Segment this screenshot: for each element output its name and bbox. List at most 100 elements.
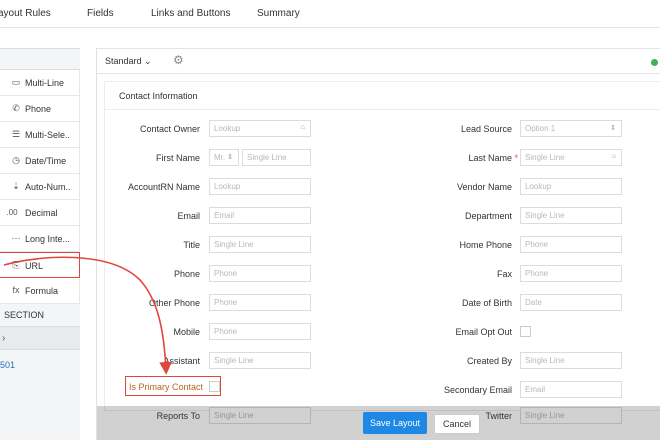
cancel-button[interactable]: Cancel [434,414,480,434]
field-assistant[interactable]: Single Line [209,352,311,369]
palette-footer-link[interactable]: 501 [0,360,15,370]
field-lead-source[interactable]: Option 1 ⇕ [520,120,622,137]
palette-item-multi-line[interactable]: ▭ Multi-Line [0,70,80,96]
phone-icon: ✆ [12,103,20,113]
field-label-assistant: Assistant [163,356,200,366]
field-placeholder: Phone [525,240,549,249]
field-label-title: Title [183,240,200,250]
layout-selector[interactable]: Standard ⌄ [105,56,152,67]
field-placeholder: Option 1 [525,124,556,133]
palette-section-item[interactable]: › [0,326,80,350]
field-label-secondary-email: Secondary Email [443,385,512,395]
gear-icon[interactable]: ⚙ [173,53,184,67]
field-label-fax: Fax [496,269,512,279]
save-layout-button[interactable]: Save Layout [363,412,427,434]
checkbox-email-opt-out[interactable] [520,326,531,337]
field-label-email-opt-out: Email Opt Out [455,327,512,337]
field-label-text: Last Name [468,153,512,163]
field-placeholder: Single Line [525,356,565,365]
palette-section-label: SECTION [4,310,45,320]
field-fax[interactable]: Phone [520,265,622,282]
required-asterisk: * [514,153,518,163]
link-icon: ⎘ [12,260,20,270]
field-placeholder: Phone [214,327,238,336]
auto-number-icon: ⇣ [12,181,20,191]
checkbox-is-primary-contact[interactable] [209,381,220,392]
palette-item-label: Auto-Num.. [25,182,71,192]
field-created-by[interactable]: Single Line [520,352,622,369]
field-placeholder: Single Line [247,153,287,162]
field-title[interactable]: Single Line [209,236,311,253]
palette-item-url[interactable]: ⎘ URL [0,252,80,278]
formula-icon: fx [12,285,20,295]
select-arrows-icon: ⇕ [227,154,233,161]
palette-item-multi-select[interactable]: ☰ Multi-Sele.. [0,122,80,148]
tab-summary[interactable]: Summary [257,8,300,19]
palette-item-decimal[interactable]: .00 Decimal [0,200,80,226]
field-label-lead-source: Lead Source [460,124,512,134]
field-placeholder: Email [525,385,546,394]
palette-item-label: Date/Time [25,156,67,166]
calendar-clock-icon: ◷ [12,155,20,165]
field-phone[interactable]: Phone [209,265,311,282]
field-department[interactable]: Single Line [520,207,622,224]
field-placeholder: Single Line [214,240,254,249]
layout-name: Standard [105,56,142,66]
field-account-name[interactable]: Lookup [209,178,311,195]
field-label-account-name: AccountRN Name [127,182,200,192]
long-integer-icon: ⋯ [11,233,21,243]
section-title: Contact Information [119,91,198,101]
field-email[interactable]: Email [209,207,311,224]
field-mobile[interactable]: Phone [209,323,311,340]
field-label-date-of-birth: Date of Birth [461,298,512,308]
field-label-last-name: Last Name * [468,153,518,163]
palette-item-long-integer[interactable]: ⋯ Long Inte... [0,226,80,252]
field-placeholder: Single Line [525,211,565,220]
salutation-select[interactable]: Mr. ⇕ [209,149,239,166]
status-dot-icon [651,59,658,66]
multi-line-icon: ▭ [11,77,21,87]
field-placeholder: Phone [214,298,238,307]
palette-item-label: URL [25,261,44,271]
field-vendor-name[interactable]: Lookup [520,178,622,195]
lock-icon: ⌂ [300,124,305,131]
field-placeholder: Single Line [525,153,565,162]
field-label-other-phone: Other Phone [148,298,200,308]
field-placeholder: Lookup [214,124,241,133]
field-other-phone[interactable]: Phone [209,294,311,311]
palette-item-auto-number[interactable]: ⇣ Auto-Num.. [0,174,80,200]
tab-links-and-buttons[interactable]: Links and Buttons [151,8,231,19]
field-date-of-birth[interactable]: Date [520,294,622,311]
select-arrows-icon: ⇕ [610,125,616,132]
tab-layout-rules[interactable]: ayout Rules [0,8,51,19]
field-placeholder: Email [214,211,235,220]
palette-item-label: Phone [25,104,52,114]
field-placeholder: Lookup [525,182,552,191]
palette-item-label: Multi-Sele.. [25,130,71,140]
field-placeholder: Lookup [214,182,241,191]
lock-icon: ⌂ [611,153,616,160]
field-label-email: Email [177,211,200,221]
palette-item-date-time[interactable]: ◷ Date/Time [0,148,80,174]
field-secondary-email[interactable]: Email [520,381,622,398]
field-home-phone[interactable]: Phone [520,236,622,253]
field-placeholder: Single Line [214,356,254,365]
field-placeholder: Phone [214,269,238,278]
field-first-name[interactable]: Single Line [242,149,311,166]
field-label-mobile: Mobile [173,327,200,337]
field-last-name[interactable]: Single Line ⌂ [520,149,622,166]
field-placeholder: Phone [525,269,549,278]
field-label-vendor-name: Vendor Name [456,182,512,192]
palette-header [0,48,80,70]
multi-select-icon: ☰ [11,129,21,139]
layout-tabs-bar: ayout Rules Fields Links and Buttons Sum… [0,0,660,28]
palette-item-phone[interactable]: ✆ Phone [0,96,80,122]
field-label-created-by: Created By [466,356,512,366]
field-label-phone: Phone [173,269,200,279]
field-label-reports-to: Reports To [156,411,200,421]
field-contact-owner[interactable]: Lookup ⌂ [209,120,311,137]
field-placeholder: Mr. [214,153,226,162]
palette-item-formula[interactable]: fx Formula [0,278,80,304]
palette-item-label: Decimal [25,208,58,218]
tab-fields[interactable]: Fields [87,8,114,19]
